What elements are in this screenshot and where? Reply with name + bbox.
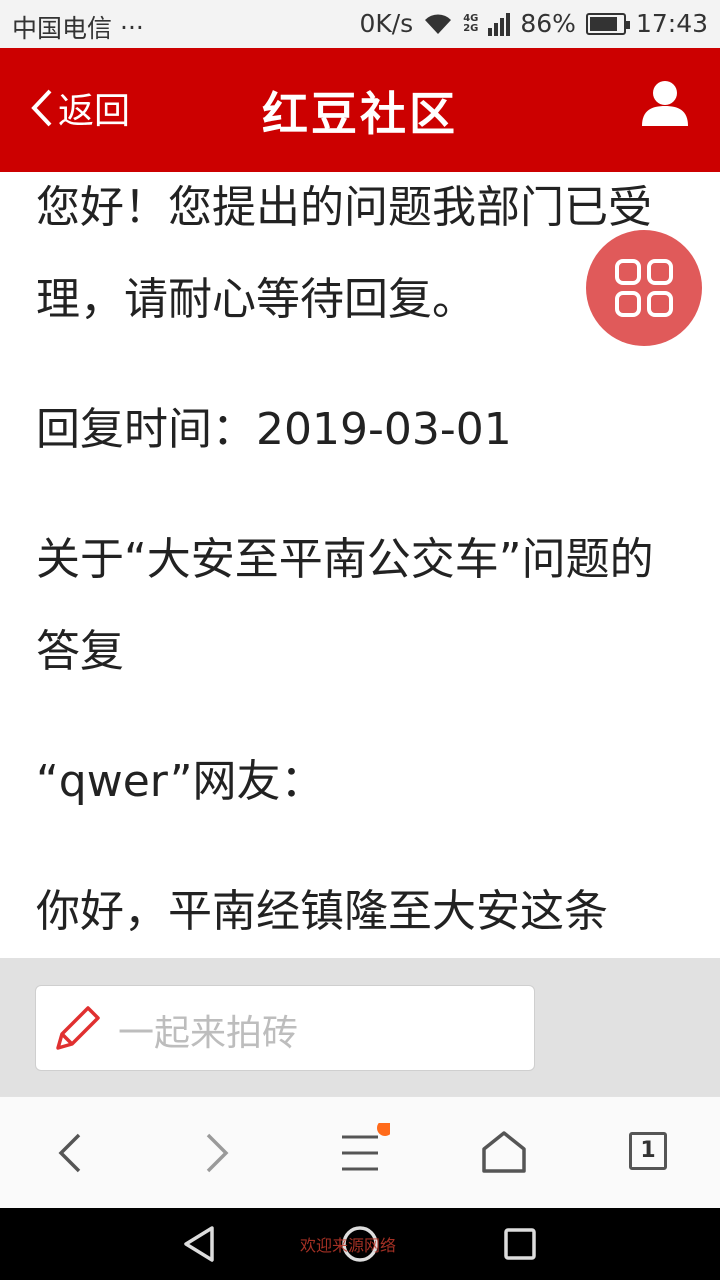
tabs-button[interactable]: 1	[629, 1132, 667, 1170]
comment-input[interactable]: 一起来拍砖	[35, 985, 535, 1071]
paragraph-reply-time: 回复时间：2019-03-01	[36, 404, 512, 455]
paragraph-body: 你好，平南经镇隆至大安这条	[36, 886, 608, 937]
screen: 中国电信 ··· 0K/s 4G 2G 86% 17:43 返回 红豆社区 您好…	[0, 0, 720, 1280]
browser-toolbar	[0, 1096, 720, 1208]
battery-percent: 86%	[520, 9, 576, 38]
app-title: 红豆社区	[262, 87, 458, 141]
user-button[interactable]	[640, 78, 690, 128]
network-speed: 0K/s	[359, 9, 414, 38]
comment-bar: 一起来拍砖	[0, 958, 720, 1096]
floating-grid-button[interactable]	[586, 230, 702, 346]
user-icon	[642, 81, 688, 126]
grid-icon	[615, 259, 673, 317]
clock: 17:43	[635, 9, 708, 38]
nav-recents-button[interactable]	[500, 1224, 540, 1264]
watermark-logo: 欢迎来源网络	[300, 1236, 397, 1255]
menu-icon	[342, 1120, 393, 1171]
home-icon	[482, 1131, 526, 1173]
browser-home-button[interactable]	[474, 1123, 534, 1183]
comment-placeholder: 一起来拍砖	[118, 1013, 299, 1054]
app-header: 返回 红豆社区	[0, 48, 720, 172]
wifi-icon	[425, 13, 452, 34]
browser-back-button[interactable]	[41, 1123, 101, 1183]
pencil-icon	[56, 1006, 100, 1050]
more-dots: ···	[120, 12, 144, 42]
network-type-top: 4G	[463, 12, 479, 24]
paragraph-salutation: “qwer”网友：	[36, 756, 325, 807]
status-left: 中国电信 ···	[12, 9, 144, 45]
nav-back-button[interactable]	[180, 1224, 220, 1264]
status-right: 0K/s 4G 2G 86% 17:43	[359, 9, 708, 38]
paragraph-subject: 关于“大安至平南公交车”问题的答复	[36, 534, 654, 677]
forward-icon	[206, 1133, 229, 1173]
back-icon	[58, 1133, 81, 1173]
triangle-back-icon	[184, 1226, 214, 1262]
square-recents-icon	[504, 1228, 536, 1260]
status-bar: 中国电信 ··· 0K/s 4G 2G 86% 17:43	[0, 0, 720, 48]
signal-icon	[488, 12, 511, 36]
paragraph-notice: 您好！您提出的问题我部门已受理，请耐心等待回复。	[36, 182, 652, 325]
network-type-badge: 4G 2G	[463, 12, 479, 34]
battery-fill	[589, 16, 618, 31]
carrier-name: 中国电信	[12, 14, 113, 43]
network-type-bottom: 2G	[463, 22, 479, 34]
battery-icon	[585, 12, 630, 35]
browser-forward-button[interactable]	[186, 1123, 246, 1183]
browser-menu-button[interactable]	[330, 1120, 393, 1183]
